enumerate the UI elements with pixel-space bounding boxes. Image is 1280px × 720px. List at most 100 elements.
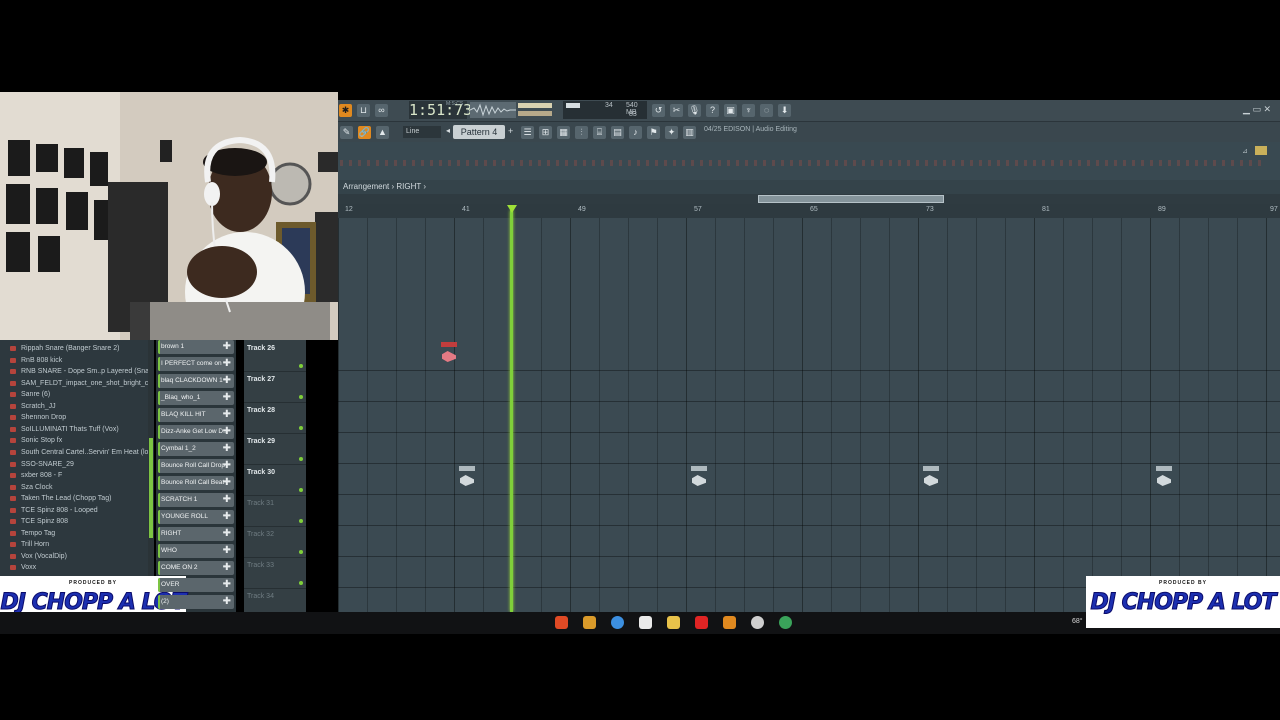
channel-rack-icon[interactable]: ▦: [557, 126, 570, 139]
song-mode-icon[interactable]: ∞: [375, 104, 388, 117]
fl-logo-icon[interactable]: ✱: [339, 104, 352, 117]
add-clip-icon[interactable]: ✚: [223, 374, 231, 388]
chat-icon[interactable]: ◌: [760, 104, 773, 117]
track-header[interactable]: Track 33: [244, 557, 306, 589]
timeline-ruler[interactable]: 12 41 49 57 65 73 81 89 97: [338, 204, 1280, 218]
minimize-icon[interactable]: ▁: [1243, 104, 1250, 114]
picker-clip-item[interactable]: WHO ✚: [158, 544, 234, 558]
track-header[interactable]: Track 28: [244, 402, 306, 434]
audio-clip[interactable]: [1156, 466, 1172, 488]
weather-tray[interactable]: 68°: [1072, 618, 1083, 625]
piano-roll-icon[interactable]: ⊞: [539, 126, 552, 139]
download-icon[interactable]: ⬇: [778, 104, 791, 117]
browser-item[interactable]: Voxx: [0, 562, 150, 574]
add-clip-icon[interactable]: ✚: [223, 476, 231, 490]
browser-item[interactable]: SSO-SNARE_29: [0, 459, 150, 471]
project-info-icon[interactable]: ✦: [665, 126, 678, 139]
scrollbar-thumb[interactable]: [758, 195, 944, 203]
browser-item[interactable]: RNB SNARE - Dope Sm..p Layered (Snare)_2: [0, 366, 150, 378]
add-clip-icon[interactable]: ✚: [223, 391, 231, 405]
audio-clip[interactable]: [459, 466, 475, 488]
browser-item[interactable]: Sonic Stop fx: [0, 435, 150, 447]
picker-clip-item[interactable]: Dizz-Anke Get Low D.. ✚: [158, 425, 234, 439]
track-header[interactable]: Track 29: [244, 433, 306, 465]
audio-clip[interactable]: [441, 342, 457, 364]
settings-icon[interactable]: [751, 616, 764, 629]
browser-item[interactable]: Taken The Lead (Chopp Tag): [0, 493, 150, 505]
help-icon[interactable]: ?: [706, 104, 719, 117]
add-clip-icon[interactable]: ✚: [223, 493, 231, 507]
chrome-icon[interactable]: [611, 616, 624, 629]
browser-item[interactable]: TCE Spinz 808 - Looped: [0, 505, 150, 517]
track-header[interactable]: Track 27: [244, 371, 306, 403]
playhead-marker[interactable]: [507, 205, 517, 213]
store-icon[interactable]: [639, 616, 652, 629]
picker-clip-item[interactable]: Bounce Roll Call Beat ✚: [158, 476, 234, 490]
pencil-icon[interactable]: ✎: [340, 126, 353, 139]
browser-item[interactable]: TCE Spinz 808: [0, 516, 150, 528]
picker-clip-item[interactable]: SCRATCH 1 ✚: [158, 493, 234, 507]
browser-scroll-thumb[interactable]: [149, 438, 153, 538]
pattern-selector[interactable]: Pattern 4: [453, 125, 505, 139]
playlist-icon[interactable]: ☰: [521, 126, 534, 139]
browser-item[interactable]: Vox (VocalDip): [0, 551, 150, 563]
playlist-snap-indicator[interactable]: [1255, 146, 1267, 155]
browser-icon[interactable]: ⌸: [593, 126, 606, 139]
track-mute-led[interactable]: [299, 426, 303, 430]
mixer-icon[interactable]: ⫶: [575, 126, 588, 139]
pattern-mode-icon[interactable]: ⊔: [357, 104, 370, 117]
metronome-icon[interactable]: ▲: [376, 126, 389, 139]
chrome-profile-icon[interactable]: [779, 616, 792, 629]
add-clip-icon[interactable]: ✚: [223, 340, 231, 354]
edison-icon[interactable]: ▥: [683, 126, 696, 139]
brave-browser-icon[interactable]: [555, 616, 568, 629]
file-explorer-icon[interactable]: [667, 616, 680, 629]
picker-clip-item[interactable]: brown 1 ✚: [158, 340, 234, 354]
audio-clip[interactable]: [691, 466, 707, 488]
picker-clip-item[interactable]: Cymbal 1_2 ✚: [158, 442, 234, 456]
add-clip-icon[interactable]: ✚: [223, 544, 231, 558]
browser-item[interactable]: SAM_FELDT_impact_one_shot_bright_clap: [0, 378, 150, 390]
browser-item[interactable]: Rippah Snare (Banger Snare 2): [0, 343, 150, 355]
track-header[interactable]: Track 30: [244, 464, 306, 496]
snap-selector[interactable]: Line: [403, 126, 441, 138]
track-mute-led[interactable]: [299, 457, 303, 461]
picker-clip-item[interactable]: _Blaq_who_1 ✚: [158, 391, 234, 405]
record-audio-icon[interactable]: 🎙: [688, 104, 701, 117]
browser-scrollbar[interactable]: [148, 340, 154, 580]
fl-studio-taskbar-icon[interactable]: [583, 616, 596, 629]
add-clip-icon[interactable]: ✚: [223, 442, 231, 456]
touch-controller-icon[interactable]: ⚑: [647, 126, 660, 139]
picker-clip-item[interactable]: YOUNGE ROLL ✚: [158, 510, 234, 524]
browser-item[interactable]: SoILLUMINATI Thats Tuff (Vox): [0, 424, 150, 436]
master-pitch-slider[interactable]: [518, 111, 552, 116]
add-clip-icon[interactable]: ✚: [223, 425, 231, 439]
picker-clip-item[interactable]: BLAQ KILL HIT ✚: [158, 408, 234, 422]
browser-item[interactable]: South Central Cartel..Servin' Em Heat (l…: [0, 447, 150, 459]
plugin-database-icon[interactable]: ▤: [611, 126, 624, 139]
fl-studio-active-icon[interactable]: [723, 616, 736, 629]
track-header[interactable]: Track 26: [244, 340, 306, 372]
track-header[interactable]: Track 34: [244, 588, 306, 613]
picker-clip-item[interactable]: (2) ✚: [158, 595, 234, 609]
link-icon[interactable]: 🔗: [358, 126, 371, 139]
plugin-icon[interactable]: ♆: [742, 104, 755, 117]
track-header[interactable]: Track 32: [244, 526, 306, 558]
picker-clip-item[interactable]: I PERFECT come on ✚: [158, 357, 234, 371]
browser-item[interactable]: Sanre (6): [0, 389, 150, 401]
add-clip-icon[interactable]: ✚: [223, 527, 231, 541]
add-clip-icon[interactable]: ✚: [223, 459, 231, 473]
browser-item[interactable]: sxber 808 - F: [0, 470, 150, 482]
track-mute-led[interactable]: [299, 550, 303, 554]
track-mute-led[interactable]: [299, 364, 303, 368]
cut-icon[interactable]: ✂: [670, 104, 683, 117]
picker-clip-item[interactable]: COME ON 2 ✚: [158, 561, 234, 575]
picker-clip-item[interactable]: RIGHT ✚: [158, 527, 234, 541]
add-clip-icon[interactable]: ✚: [223, 578, 231, 592]
playhead[interactable]: [510, 210, 513, 612]
track-mute-led[interactable]: [299, 581, 303, 585]
plugin-picker-icon[interactable]: ♪: [629, 126, 642, 139]
audio-clip[interactable]: [923, 466, 939, 488]
add-clip-icon[interactable]: ✚: [223, 561, 231, 575]
browser-item[interactable]: Trill Horn: [0, 539, 150, 551]
